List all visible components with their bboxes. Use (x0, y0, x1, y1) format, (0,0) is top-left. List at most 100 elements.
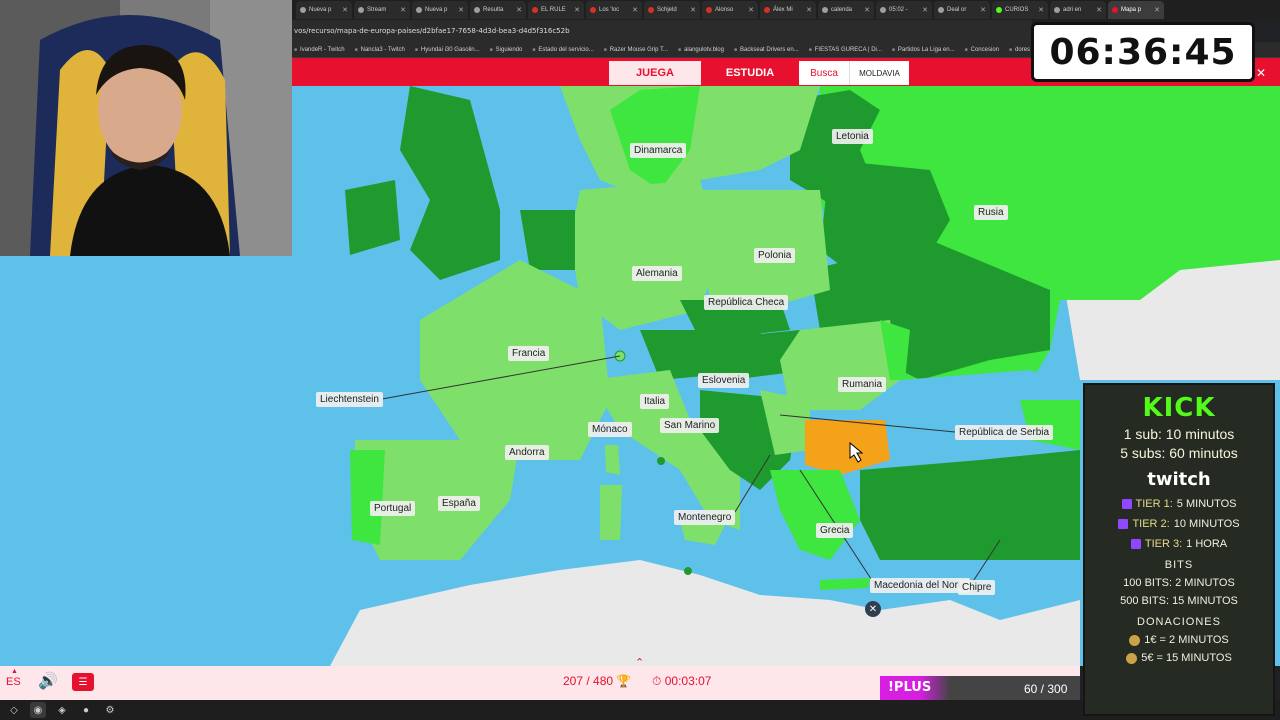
bookmark-item[interactable]: Backseat Drivers en... (734, 47, 799, 53)
tab-label: Resulta (483, 7, 504, 13)
language-selector[interactable]: ES (6, 676, 21, 688)
tab-close-icon[interactable]: ✕ (632, 6, 638, 14)
tab-label: Nueva p (309, 7, 332, 13)
browser-tab[interactable]: Deal or ✕ (934, 1, 990, 19)
url-text: vos/recurso/mapa-de-europa-paises/d2bfae… (294, 27, 570, 35)
address-bar[interactable]: vos/recurso/mapa-de-europa-paises/d2bfae… (292, 20, 1032, 42)
tab-close-icon[interactable]: ✕ (516, 6, 522, 14)
label-italia: Italia (640, 394, 670, 409)
country-corsica (605, 445, 620, 475)
browser-tab[interactable]: Nueva p ✕ (412, 1, 468, 19)
tab-close-icon[interactable]: ✕ (1038, 6, 1044, 14)
tab-close-icon[interactable]: ✕ (864, 6, 870, 14)
browser-tab[interactable]: Nueva p ✕ (296, 1, 352, 19)
browser-tab[interactable]: Álex Mi ✕ (760, 1, 816, 19)
country-crete (820, 578, 870, 590)
tab-close-icon[interactable]: ✕ (1096, 6, 1102, 14)
tier-3-label: TIER 3: (1144, 538, 1183, 550)
favicon-icon (706, 7, 712, 13)
tab-label: 05:02 - (889, 7, 908, 13)
expand-up-icon[interactable]: ⌃ (635, 656, 644, 669)
favicon-icon (1054, 7, 1060, 13)
tab-close-icon[interactable]: ✕ (748, 6, 754, 14)
tab-close-icon[interactable]: ✕ (342, 6, 348, 14)
bookmark-item[interactable]: Estado del servicio... (532, 47, 593, 53)
chevron-up-icon: ▲ (11, 668, 18, 675)
country-romania (780, 320, 900, 410)
mode-nav: JUEGA ESTUDIA Busca MOLDAVIA (609, 61, 909, 85)
tab-close-icon[interactable]: ✕ (690, 6, 696, 14)
bookmark-item[interactable]: Razer Mouse Grip T... (604, 47, 668, 53)
settings-icon[interactable]: ⚙ (102, 702, 118, 718)
tab-label: Schjeld (657, 7, 677, 13)
favicon-icon (590, 7, 596, 13)
twitch-tier-1: TIER 1: 5 MINUTOS (1085, 498, 1273, 510)
label-liechtenstein: Liechtenstein (316, 392, 383, 407)
country-uk (400, 86, 500, 280)
browser-tab[interactable]: 05:02 - ✕ (876, 1, 932, 19)
bookmark-item[interactable]: Concesion (965, 47, 999, 53)
label-eslovenia: Eslovenia (698, 373, 750, 388)
chrome-icon[interactable]: ◉ (30, 702, 46, 718)
plus-goal-count: 60 / 300 (1024, 682, 1068, 696)
tab-close-icon[interactable]: ✕ (980, 6, 986, 14)
label-montenegro: Montenegro (674, 510, 736, 525)
bookmark-item[interactable]: IvandeR - Twitch (294, 47, 345, 53)
browser-tab[interactable]: Mapa p ✕ (1108, 1, 1164, 19)
bookmark-item[interactable]: Partidos La Liga en... (892, 47, 955, 53)
bookmark-item[interactable]: dores (1009, 47, 1030, 53)
plus-goal-label: !PLUS (888, 680, 932, 695)
browser-tab[interactable]: Alonso ✕ (702, 1, 758, 19)
webcam-person (0, 0, 292, 256)
browser-tab[interactable]: adri en ✕ (1050, 1, 1106, 19)
clock-icon: ⏱ (652, 674, 662, 688)
trophy-icon: 🏆 (616, 674, 632, 688)
twitch-icon (1121, 499, 1132, 509)
chat-icon[interactable]: ☰ (72, 673, 94, 691)
browser-tab[interactable]: Resulta ✕ (470, 1, 526, 19)
label-rusia: Rusia (974, 205, 1008, 220)
browser-tab[interactable]: CURIOS ✕ (992, 1, 1048, 19)
favicon-icon (474, 7, 480, 13)
bookmark-item[interactable]: FIESTAS GURECA | Di... (809, 47, 882, 53)
tab-juega[interactable]: JUEGA (609, 61, 701, 85)
label-macedonia-del-norte: Macedonia del Norte (870, 578, 971, 593)
favicon-icon (416, 7, 422, 13)
coin-icon (1129, 634, 1141, 646)
tab-close-icon[interactable]: ✕ (806, 6, 812, 14)
obs-icon[interactable]: ● (78, 702, 94, 718)
favicon-icon (1112, 7, 1118, 13)
browser-tab[interactable]: Stream ✕ (354, 1, 410, 19)
tab-label: Stream (367, 7, 387, 13)
bookmark-item[interactable]: Siguiendo (490, 47, 523, 53)
tab-close-icon[interactable]: ✕ (458, 6, 464, 14)
map-close-icon[interactable]: ✕ (865, 601, 881, 617)
tab-close-icon[interactable]: ✕ (1154, 6, 1160, 14)
screen: Nueva p ✕ Stream ✕ Nueva p ✕ Resulta ✕ EL RULE ✕ L… (0, 0, 1280, 720)
tier-1-label: TIER 1: (1135, 498, 1173, 510)
bookmark-item[interactable]: Nancla3 - Twitch (355, 47, 405, 53)
browser-tab[interactable]: Los 'loc ✕ (586, 1, 642, 19)
tier-1-value: 5 MINUTOS (1176, 498, 1237, 510)
steam-icon[interactable]: ◈ (54, 702, 70, 718)
label-francia: Francia (508, 346, 550, 361)
score-counter: 207 / 480 🏆 (563, 674, 631, 688)
browser-tab[interactable]: EL RULE ✕ (528, 1, 584, 19)
close-icon[interactable]: ✕ (1256, 66, 1266, 80)
label-dinamarca: Dinamarca (630, 143, 687, 158)
tab-close-icon[interactable]: ✕ (922, 6, 928, 14)
tab-estudia[interactable]: ESTUDIA (701, 61, 799, 85)
bookmark-item[interactable]: Hyundai i30 Gasolin... (415, 47, 480, 53)
browser-tab[interactable]: Schjeld ✕ (644, 1, 700, 19)
favicon-icon (822, 7, 828, 13)
start-icon[interactable]: ◇ (6, 702, 22, 718)
country-netherlands (520, 210, 575, 270)
tab-close-icon[interactable]: ✕ (400, 6, 406, 14)
browser-tab-bar: Nueva p ✕ Stream ✕ Nueva p ✕ Resulta ✕ EL RULE ✕ L… (292, 0, 1280, 20)
bookmark-item[interactable]: alangulotv.blog (678, 47, 724, 53)
speaker-icon[interactable]: 🔊 (38, 671, 60, 693)
tab-close-icon[interactable]: ✕ (574, 6, 580, 14)
label-alemania: Alemania (632, 266, 682, 281)
browser-tab[interactable]: calenda ✕ (818, 1, 874, 19)
twitch-logo: twitch (1147, 469, 1211, 490)
